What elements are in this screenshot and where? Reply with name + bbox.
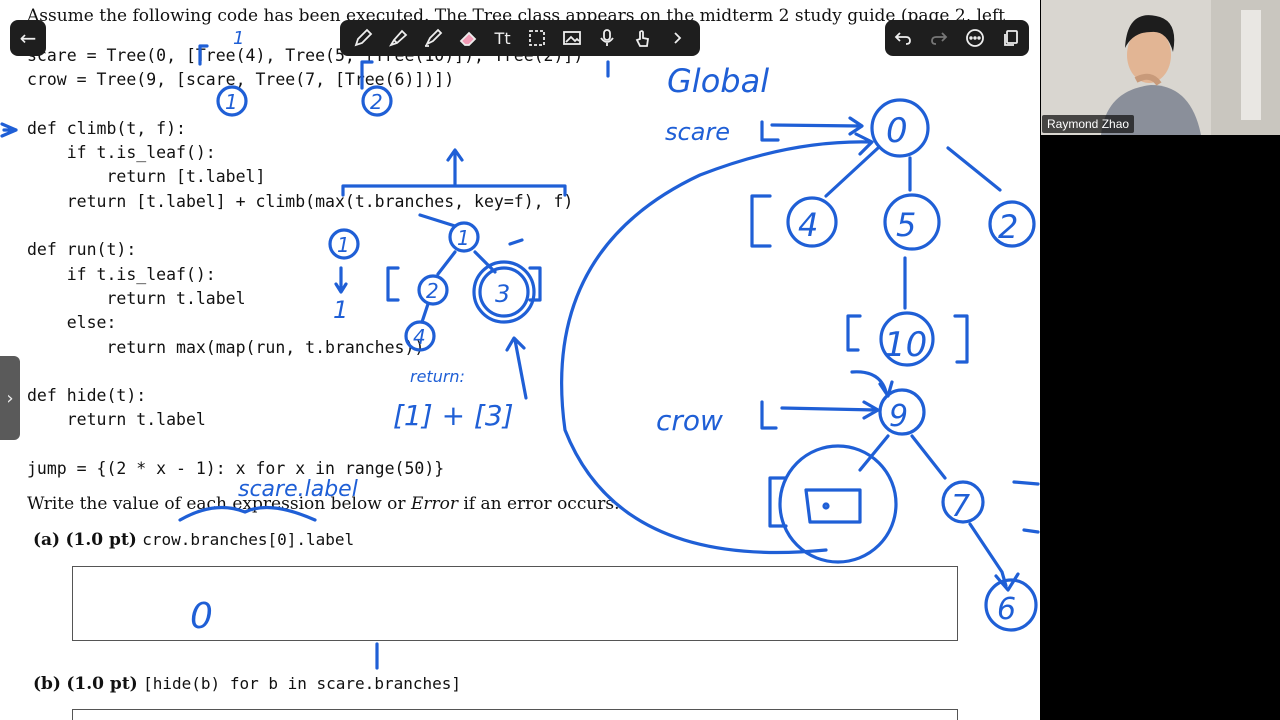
more-icon[interactable]: [963, 26, 987, 50]
node-2: 2: [998, 208, 1018, 246]
code-line: def run(t):: [27, 240, 137, 260]
code-line: return [t.label] + climb(max(t.branches,…: [27, 191, 574, 211]
answer-box-b[interactable]: [72, 709, 958, 720]
code-line: return t.label: [27, 288, 246, 308]
eraser-icon[interactable]: [456, 26, 480, 50]
question-b: (b) (1.0 pt) [hide(b) for b in scare.bra…: [33, 674, 461, 694]
code-line: crow = Tree(9, [scare, Tree(7, [Tree(6)]…: [27, 70, 455, 90]
back-button[interactable]: ←: [10, 20, 46, 56]
marker-icon[interactable]: [421, 26, 445, 50]
crow-pointer-arrow: [780, 400, 880, 420]
question-a-letter: (a): [33, 530, 61, 550]
scare-reference-circle: [778, 444, 898, 564]
code-block: scare = Tree(0, [Tree(4), Tree(5, [Tree(…: [27, 44, 583, 481]
pen-icon[interactable]: [351, 26, 375, 50]
undo-icon[interactable]: [891, 26, 915, 50]
node-0: 0: [886, 111, 908, 151]
code-line: return t.label: [27, 410, 206, 430]
code-line: if t.is_leaf():: [27, 264, 216, 284]
question-b-points: (1.0 pt): [66, 674, 138, 694]
touch-icon[interactable]: [630, 26, 654, 50]
chevron-right-icon[interactable]: [665, 26, 689, 50]
code-line: jump = {(2 * x - 1): x for x in range(50…: [27, 459, 445, 479]
crow-variable: crow: [656, 404, 723, 437]
node-4: 4: [798, 206, 818, 244]
question-a-points: (1.0 pt): [65, 530, 137, 550]
image-icon[interactable]: [560, 26, 584, 50]
prompt-post: if an error occurs.: [457, 494, 620, 514]
pages-icon[interactable]: [999, 26, 1023, 50]
question-a: (a) (1.0 pt) crow.branches[0].label: [33, 530, 354, 550]
participant-name: Raymond Zhao: [1042, 115, 1135, 133]
branch-7-6: [968, 522, 1020, 592]
answer-box-a[interactable]: [72, 566, 958, 641]
scare-branches: [824, 146, 1002, 198]
crow-branches: [858, 434, 947, 480]
microphone-icon[interactable]: [595, 26, 619, 50]
text-tool-icon[interactable]: Tt: [491, 26, 515, 50]
document-page: Assume the following code has been execu…: [0, 0, 1040, 720]
node-9: 9: [889, 399, 908, 434]
def-arrow-icon: [0, 122, 18, 138]
prompt-error-word: Error: [410, 494, 458, 514]
lasso-icon[interactable]: [525, 26, 549, 50]
node-7: 7: [951, 489, 970, 524]
question-a-expression: crow.branches[0].label: [142, 530, 355, 549]
question-b-expression: [hide(b) for b in scare.branches]: [143, 674, 462, 693]
bracket-10-right: [953, 314, 969, 364]
code-line: return max(map(run, t.branches)): [27, 337, 425, 357]
scare-variable: scare: [665, 118, 730, 146]
bracket-4: [750, 194, 772, 248]
reference-arrow: [560, 132, 874, 555]
prompt-pre: Write the value of each expression below…: [27, 494, 411, 514]
bracket-10-left: [846, 314, 862, 352]
redo-icon[interactable]: [927, 26, 951, 50]
history-toolbar: [885, 20, 1029, 56]
side-panel-toggle[interactable]: ›: [0, 356, 20, 440]
global-frame-label: Global: [667, 62, 769, 100]
code-line: def climb(t, f):: [27, 118, 186, 138]
prompt-text: Write the value of each expression below…: [27, 494, 620, 514]
annotation-toolbar: Tt: [340, 20, 700, 56]
reference-box: [804, 488, 862, 524]
scare-pointer-arrow: [770, 116, 864, 136]
code-line: return [t.label]: [27, 167, 266, 187]
code-line: def hide(t):: [27, 386, 147, 406]
code-line: if t.is_leaf():: [27, 143, 216, 163]
node-6: 6: [997, 592, 1016, 627]
question-b-letter: (b): [33, 674, 61, 694]
node-10: 10: [884, 325, 927, 365]
highlighter-icon[interactable]: [386, 26, 410, 50]
node-5: 5: [896, 206, 916, 244]
code-line: else:: [27, 313, 117, 333]
